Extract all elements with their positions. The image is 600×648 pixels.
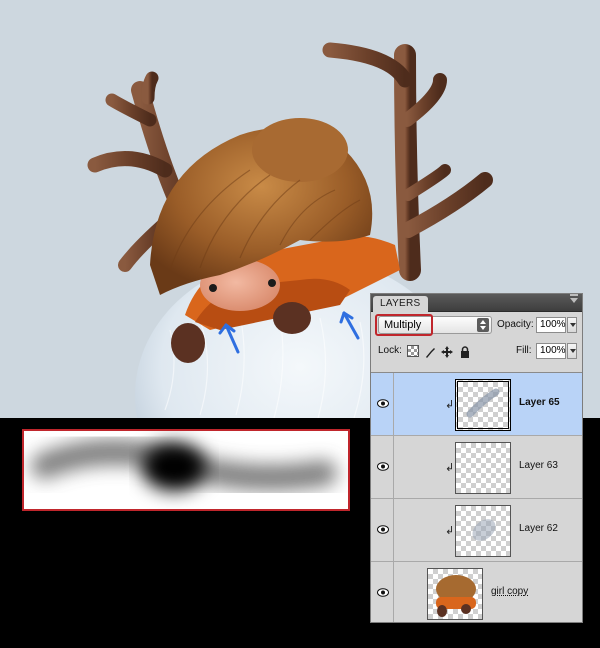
eye-icon — [377, 399, 389, 408]
fill-input[interactable]: 100% — [536, 343, 566, 359]
clipping-arrow-icon: ↲ — [445, 462, 455, 474]
panel-menu-icon[interactable] — [570, 294, 578, 303]
lock-fill-row: Lock: Fill: 100% — [371, 338, 582, 364]
visibility-toggle[interactable] — [371, 499, 394, 561]
layers-list: ↲ Layer 65 ↲ Layer 63 ↲ Layer 62 girl co… — [371, 372, 582, 622]
transparency-lock-icon[interactable] — [407, 345, 419, 357]
brush-lock-icon[interactable] — [424, 345, 436, 358]
layer-name: Layer 63 — [519, 460, 558, 471]
eye-icon — [377, 588, 389, 597]
visibility-toggle[interactable] — [371, 373, 394, 435]
layer-row-girl-copy[interactable]: girl copy — [371, 562, 582, 622]
layer-thumbnail — [427, 568, 483, 620]
visibility-toggle[interactable] — [371, 562, 394, 622]
visibility-toggle[interactable] — [371, 436, 394, 498]
layer-name: girl copy — [491, 586, 529, 597]
layer-row-layer-65[interactable]: ↲ Layer 65 — [371, 373, 582, 436]
opacity-input[interactable]: 100% — [536, 317, 566, 333]
layer-row-layer-62[interactable]: ↲ Layer 62 — [371, 499, 582, 562]
eye-icon — [377, 525, 389, 534]
panel-tab-bar: LAYERS — [371, 294, 582, 312]
move-lock-icon[interactable] — [441, 345, 453, 358]
layer-row-layer-63[interactable]: ↲ Layer 63 — [371, 436, 582, 499]
lock-label: Lock: — [378, 345, 402, 356]
eye-icon — [377, 462, 389, 471]
layer-thumbnail — [455, 379, 511, 431]
blend-opacity-row: Multiply Opacity: 100% — [371, 312, 582, 338]
layer-thumbnail — [455, 505, 511, 557]
opacity-label: Opacity: — [497, 319, 534, 330]
clipping-arrow-icon: ↲ — [445, 399, 455, 411]
layer-name: Layer 65 — [519, 397, 560, 408]
select-arrows-icon — [477, 318, 489, 332]
soft-brush-stroke — [31, 439, 337, 491]
fill-dropdown-icon[interactable] — [567, 343, 577, 359]
opacity-dropdown-icon[interactable] — [567, 317, 577, 333]
padlock-icon[interactable] — [459, 345, 471, 358]
fill-label: Fill: — [516, 345, 532, 356]
layer-thumbnail — [455, 442, 511, 494]
tab-layers[interactable]: LAYERS — [373, 296, 428, 312]
layers-panel: LAYERS Multiply Opacity: 100% Lock: Fill… — [370, 293, 583, 623]
blend-mode-highlight — [375, 314, 433, 336]
layer-name: Layer 62 — [519, 523, 558, 534]
clipping-arrow-icon: ↲ — [445, 525, 455, 537]
brush-stroke-preview — [22, 429, 350, 511]
